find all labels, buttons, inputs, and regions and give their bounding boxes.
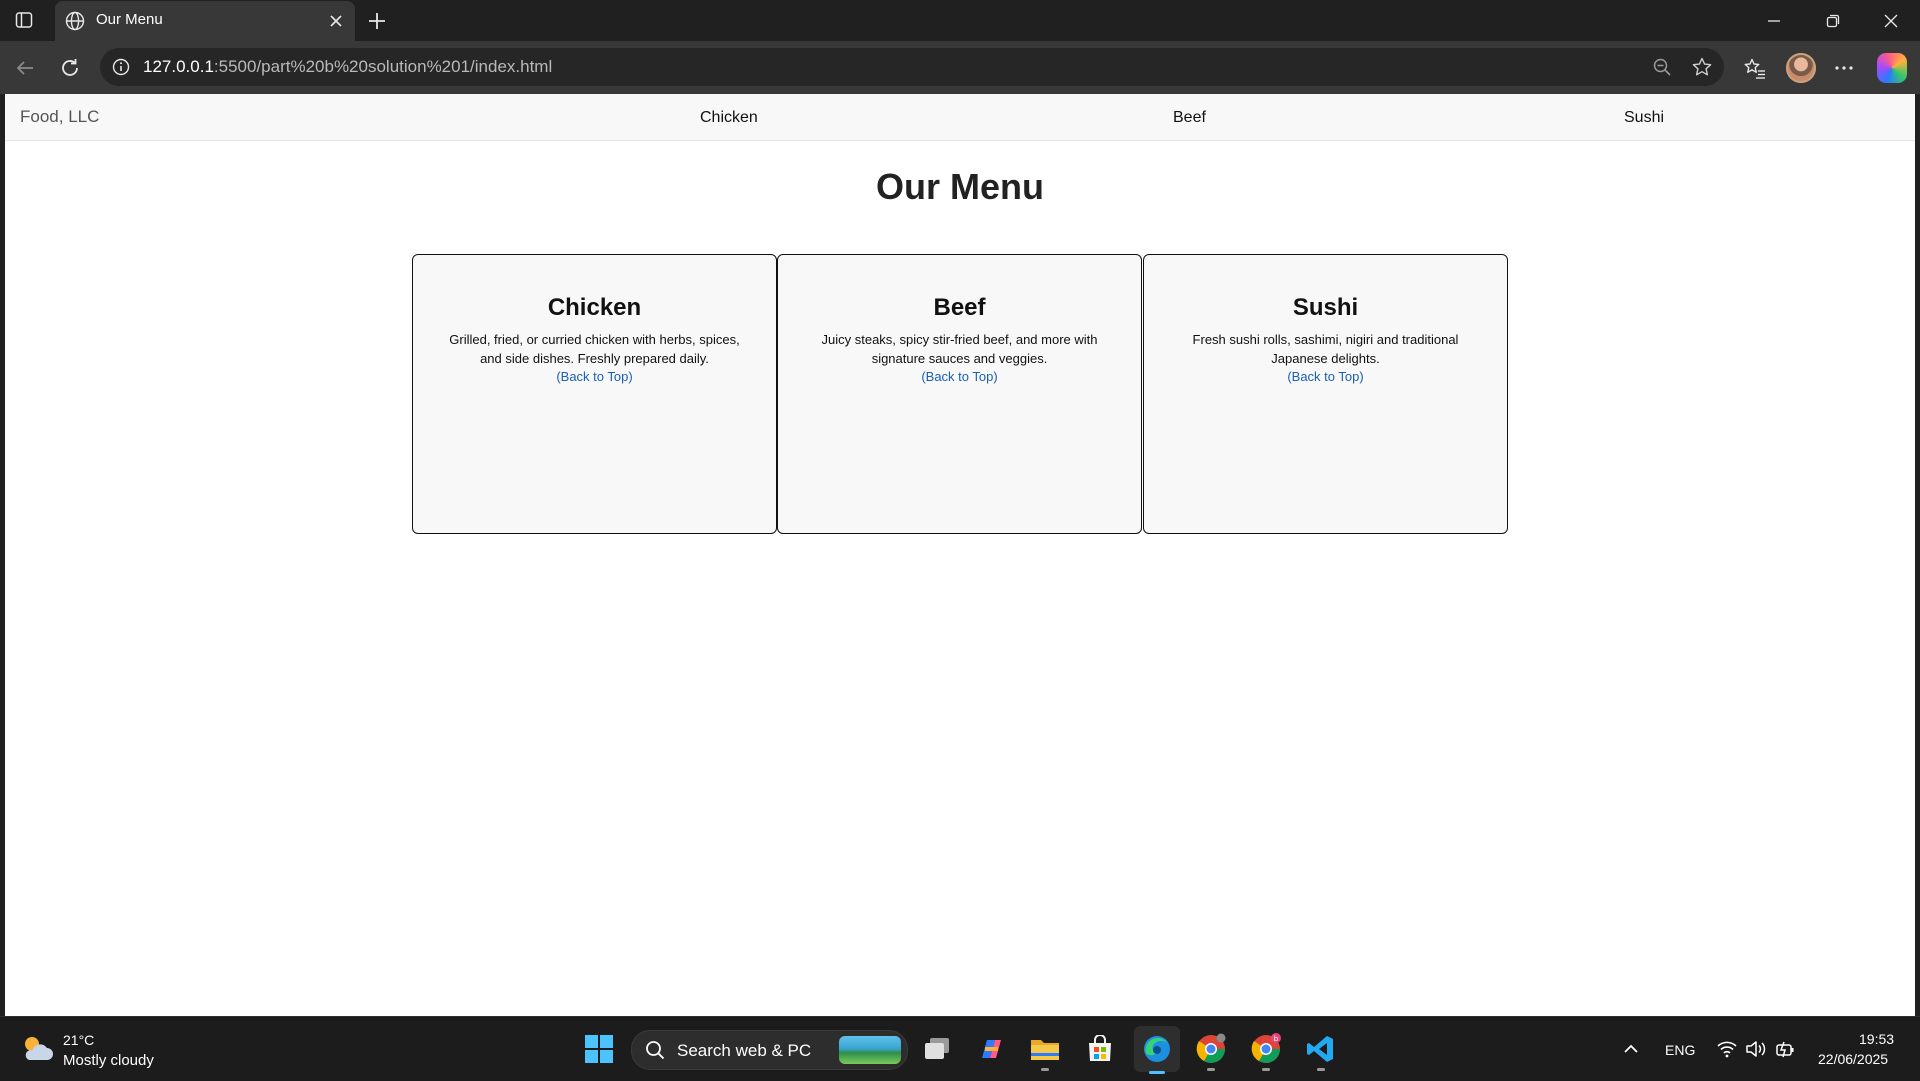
running-indicator	[1317, 1068, 1325, 1071]
taskbar: 21°C Mostly cloudy Search web & PC b ENG…	[0, 1016, 1920, 1081]
search-highlight-image	[839, 1036, 901, 1064]
site-navbar: Food, LLC Chicken Beef Sushi	[5, 94, 1915, 141]
star-icon[interactable]	[1691, 56, 1713, 78]
svg-text:b: b	[1274, 1035, 1279, 1043]
task-view-icon[interactable]	[917, 1029, 957, 1069]
restore-icon[interactable]	[1818, 8, 1848, 34]
taskbar-search[interactable]: Search web & PC	[631, 1030, 908, 1070]
address-bar[interactable]: 127.0.0.1:5500/part%20b%20solution%201/i…	[100, 48, 1724, 86]
file-explorer-icon[interactable]	[1025, 1029, 1065, 1071]
copilot-app-icon[interactable]	[971, 1029, 1011, 1069]
close-window-icon[interactable]	[1876, 8, 1906, 34]
close-tab-icon[interactable]	[325, 10, 347, 32]
edge-icon[interactable]	[1134, 1026, 1180, 1074]
url-path: :5500/part%20b%20solution%201/index.html	[213, 57, 553, 76]
menu-card-beef: Beef Juicy steaks, spicy stir-fried beef…	[777, 254, 1142, 534]
card-description: Fresh sushi rolls, sashimi, nigiri and t…	[1192, 332, 1459, 366]
back-to-top-link[interactable]: (Back to Top)	[1287, 369, 1363, 384]
zoom-out-icon[interactable]	[1651, 56, 1673, 78]
windows-start-icon[interactable]	[579, 1029, 619, 1069]
minimize-icon[interactable]	[1759, 8, 1789, 34]
profile-avatar[interactable]	[1786, 53, 1816, 83]
tab-title: Our Menu	[96, 11, 163, 28]
running-indicator	[1041, 1068, 1049, 1071]
search-icon	[645, 1040, 665, 1065]
sidebar-toggle-icon[interactable]	[13, 9, 35, 31]
back-to-top-link[interactable]: (Back to Top)	[556, 369, 632, 384]
more-icon[interactable]	[1830, 54, 1858, 82]
favorites-icon[interactable]	[1741, 54, 1769, 82]
card-title: Chicken	[547, 294, 642, 321]
wifi-icon[interactable]	[1714, 1029, 1740, 1069]
browser-toolbar: 127.0.0.1:5500/part%20b%20solution%201/i…	[0, 41, 1920, 94]
card-description: Juicy steaks, spicy stir-fried beef, and…	[821, 332, 1098, 366]
cloud-sun-icon[interactable]	[20, 1033, 54, 1065]
menu-card-sushi: Sushi Fresh sushi rolls, sashimi, nigiri…	[1143, 254, 1508, 534]
back-to-top-link[interactable]: (Back to Top)	[921, 369, 997, 384]
reload-icon[interactable]	[56, 54, 84, 82]
url-host: 127.0.0.1	[143, 57, 214, 76]
vscode-icon[interactable]	[1301, 1029, 1341, 1071]
active-indicator	[1149, 1071, 1165, 1074]
card-title: Sushi	[1292, 294, 1359, 321]
weather-description[interactable]: Mostly cloudy	[63, 1052, 154, 1069]
running-indicator	[1262, 1068, 1270, 1071]
browser-titlebar: Our Menu	[0, 0, 1920, 41]
globe-icon	[64, 10, 86, 32]
arrow-left-icon[interactable]	[11, 54, 39, 82]
page-title: Our Menu	[876, 166, 1044, 207]
search-label: Search web & PC	[677, 1041, 812, 1060]
browser-tab[interactable]: Our Menu	[55, 1, 355, 41]
language-indicator[interactable]: ENG	[1665, 1042, 1695, 1058]
nav-link-sushi[interactable]: Sushi	[1624, 109, 1664, 127]
clock-date[interactable]: 22/06/2025	[1818, 1051, 1888, 1067]
info-icon[interactable]	[110, 56, 132, 78]
new-tab-icon[interactable]	[364, 8, 390, 34]
chevron-up-icon[interactable]	[1613, 1029, 1649, 1069]
running-indicator	[1207, 1068, 1215, 1071]
chrome-icon[interactable]	[1191, 1029, 1231, 1071]
menu-card-chicken: Chicken Grilled, fried, or curried chick…	[412, 254, 777, 534]
menu-cards: Chicken Grilled, fried, or curried chick…	[412, 254, 1514, 534]
card-title: Beef	[933, 294, 986, 321]
nav-link-chicken[interactable]: Chicken	[700, 109, 758, 127]
volume-icon[interactable]	[1743, 1029, 1769, 1069]
copilot-icon[interactable]	[1877, 53, 1907, 83]
card-description: Grilled, fried, or curried chicken with …	[449, 332, 740, 366]
store-icon[interactable]	[1080, 1029, 1120, 1069]
site-brand[interactable]: Food, LLC	[20, 107, 99, 127]
nav-link-beef[interactable]: Beef	[1173, 109, 1206, 127]
url-text: 127.0.0.1:5500/part%20b%20solution%201/i…	[143, 57, 552, 77]
clock-time[interactable]: 19:53	[1859, 1031, 1894, 1047]
weather-temperature[interactable]: 21°C	[63, 1032, 94, 1048]
chrome-profile-icon[interactable]: b	[1246, 1029, 1286, 1071]
page-viewport: Food, LLC Chicken Beef Sushi Our Menu Ch…	[5, 94, 1915, 1016]
battery-icon[interactable]	[1773, 1029, 1799, 1069]
